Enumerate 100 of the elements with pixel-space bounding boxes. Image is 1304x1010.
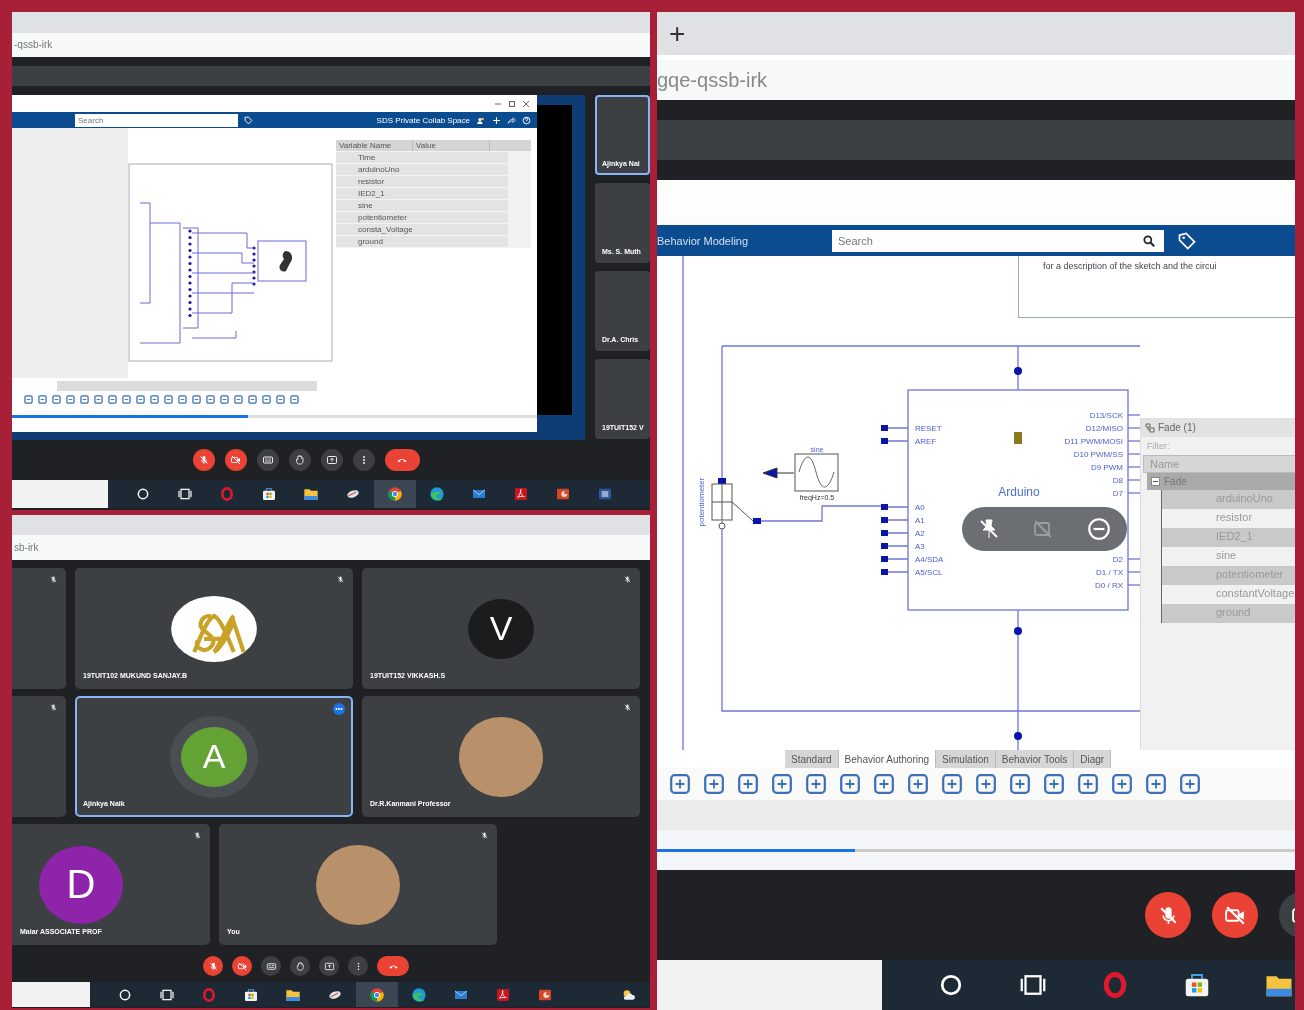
tool-icon[interactable] bbox=[108, 394, 117, 404]
tool-icon[interactable] bbox=[192, 394, 201, 404]
component-label: potentiometer bbox=[697, 477, 706, 527]
tool-icon[interactable] bbox=[206, 394, 215, 404]
tool-icon[interactable] bbox=[1043, 773, 1065, 795]
pin-label: A1 bbox=[915, 516, 925, 525]
pdf-icon bbox=[513, 486, 529, 502]
tool-icon[interactable] bbox=[975, 773, 997, 795]
column-header[interactable]: Variable Name bbox=[336, 140, 413, 151]
present-button[interactable] bbox=[320, 449, 343, 471]
tool-icon[interactable] bbox=[290, 394, 299, 404]
end-call-button[interactable] bbox=[377, 956, 409, 976]
tool-icon[interactable] bbox=[1145, 773, 1167, 795]
pin-label: A0 bbox=[915, 503, 925, 512]
tab[interactable]: Diagr bbox=[1074, 750, 1112, 768]
tool-icon[interactable] bbox=[248, 394, 257, 404]
column-header[interactable]: Value bbox=[413, 140, 490, 151]
tool-icon[interactable] bbox=[941, 773, 963, 795]
pin-label: AREF bbox=[915, 437, 937, 446]
tool-icon[interactable] bbox=[1179, 773, 1201, 795]
tool-icon[interactable] bbox=[1111, 773, 1133, 795]
tool-icon[interactable] bbox=[52, 394, 61, 404]
tool-icon[interactable] bbox=[66, 394, 75, 404]
tool-icon[interactable] bbox=[1077, 773, 1099, 795]
tool-icon[interactable] bbox=[771, 773, 793, 795]
tag-icon[interactable] bbox=[1176, 230, 1198, 251]
camera-button[interactable] bbox=[1212, 892, 1258, 938]
tab[interactable]: Behavior Tools bbox=[995, 750, 1075, 768]
microphone-button[interactable] bbox=[192, 449, 215, 471]
address-bar[interactable]: gqe-qssb-irk bbox=[657, 60, 1295, 100]
tool-icon[interactable] bbox=[220, 394, 229, 404]
led-icon bbox=[1014, 432, 1022, 444]
tool-icon[interactable] bbox=[24, 394, 33, 404]
search-field[interactable]: Search bbox=[75, 113, 238, 127]
camera-off-icon bbox=[236, 960, 248, 972]
hand-icon bbox=[294, 960, 306, 972]
address-bar[interactable]: -qssb-irk bbox=[12, 33, 650, 57]
end-call-button[interactable] bbox=[384, 449, 420, 471]
plus-icon[interactable] bbox=[492, 115, 501, 125]
tool-icon[interactable] bbox=[907, 773, 929, 795]
tool-icon[interactable] bbox=[805, 773, 827, 795]
tool-icon[interactable] bbox=[178, 394, 187, 404]
captions-icon bbox=[261, 454, 274, 466]
tool-icon[interactable] bbox=[873, 773, 895, 795]
microphone-button[interactable] bbox=[203, 956, 223, 976]
tree-item[interactable]: IED2_1 bbox=[336, 188, 508, 199]
maximize-icon[interactable] bbox=[509, 100, 515, 107]
search-field[interactable]: Search bbox=[832, 229, 1164, 252]
tool-icon[interactable] bbox=[669, 773, 691, 795]
tree-item[interactable]: Time bbox=[336, 152, 508, 163]
tree-item[interactable]: potentiometer bbox=[336, 212, 508, 223]
tool-icon[interactable] bbox=[234, 394, 243, 404]
tree-item[interactable]: ground bbox=[336, 236, 508, 247]
more-options-button[interactable] bbox=[352, 449, 375, 471]
new-tab-button[interactable]: + bbox=[669, 19, 686, 48]
users-icon[interactable] bbox=[476, 115, 486, 125]
avatar: V bbox=[468, 598, 534, 659]
expander-icon[interactable] bbox=[1151, 477, 1160, 486]
raise-hand-button[interactable] bbox=[288, 449, 311, 471]
participant-tile[interactable] bbox=[12, 696, 66, 817]
tool-icon[interactable] bbox=[839, 773, 861, 795]
tag-icon[interactable] bbox=[244, 115, 253, 125]
tool-icon[interactable] bbox=[94, 394, 103, 404]
tool-icon[interactable] bbox=[164, 394, 173, 404]
tool-icon[interactable] bbox=[1009, 773, 1031, 795]
tree-item[interactable]: consta_Voltage bbox=[336, 224, 508, 235]
participant-tile[interactable] bbox=[12, 568, 66, 689]
microphone-button[interactable] bbox=[1145, 892, 1191, 938]
raise-hand-button[interactable] bbox=[290, 956, 310, 976]
share-icon[interactable] bbox=[507, 115, 516, 125]
help-icon[interactable] bbox=[522, 115, 531, 125]
present-button[interactable] bbox=[319, 956, 339, 976]
search-icon[interactable] bbox=[1142, 233, 1156, 248]
wave-circle-icon bbox=[429, 486, 445, 502]
captions-button[interactable] bbox=[261, 956, 281, 976]
tree-item[interactable]: arduinoUno bbox=[336, 164, 508, 175]
tab[interactable]: Standard bbox=[785, 750, 839, 768]
camera-button[interactable] bbox=[232, 956, 252, 976]
camera-button[interactable] bbox=[224, 449, 247, 471]
minus-circle-icon[interactable] bbox=[1085, 516, 1112, 542]
close-icon[interactable] bbox=[523, 100, 529, 107]
tool-icon[interactable] bbox=[262, 394, 271, 404]
tool-icon[interactable] bbox=[80, 394, 89, 404]
address-bar[interactable]: sb-irk bbox=[12, 535, 650, 560]
panel-tab-label: Fade (1) bbox=[1158, 422, 1196, 433]
tool-icon[interactable] bbox=[737, 773, 759, 795]
pin-label: D0 / RX bbox=[1095, 581, 1123, 590]
tree-item[interactable]: resistor bbox=[336, 176, 508, 187]
panel-tab[interactable]: Fade (1) bbox=[1141, 418, 1295, 437]
tool-icon[interactable] bbox=[150, 394, 159, 404]
tool-icon[interactable] bbox=[703, 773, 725, 795]
captions-button[interactable] bbox=[256, 449, 279, 471]
tool-icon[interactable] bbox=[38, 394, 47, 404]
tool-icon[interactable] bbox=[136, 394, 145, 404]
pin-label: D12/MISO bbox=[1085, 424, 1123, 433]
tool-icon[interactable] bbox=[122, 394, 131, 404]
workspace-selector[interactable]: SDS Private Collab Space bbox=[376, 115, 470, 125]
tab[interactable]: Simulation bbox=[936, 750, 996, 768]
tree-item[interactable]: sine bbox=[336, 200, 508, 211]
tool-icon[interactable] bbox=[276, 394, 285, 404]
